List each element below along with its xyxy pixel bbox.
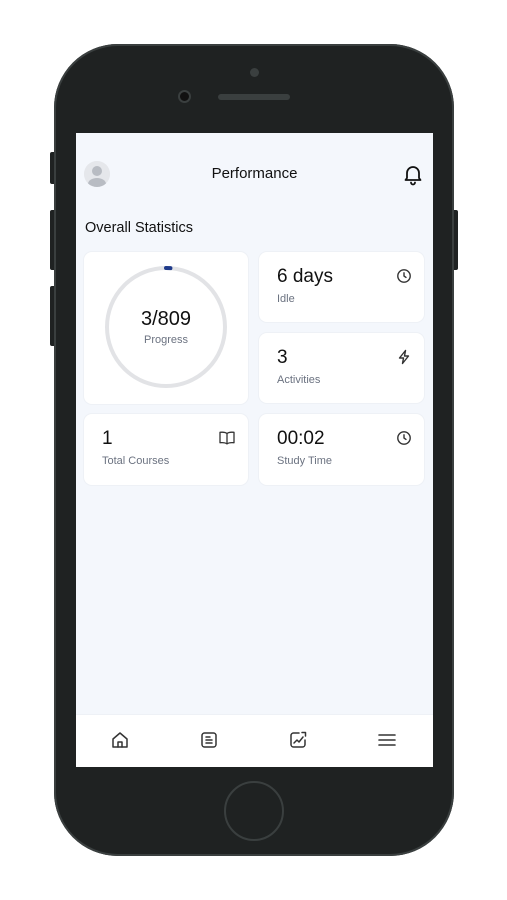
study-time-value: 00:02 bbox=[277, 428, 325, 449]
progress-value: 3/809 bbox=[140, 308, 192, 330]
clock-icon bbox=[397, 431, 411, 445]
nav-home[interactable] bbox=[109, 729, 131, 751]
courses-card: 1 Total Courses bbox=[84, 414, 248, 485]
proximity-sensor bbox=[178, 90, 191, 103]
progress-card: 3/809 Progress bbox=[84, 252, 248, 404]
courses-value: 1 bbox=[102, 428, 113, 449]
bell-icon[interactable] bbox=[401, 162, 425, 186]
home-icon bbox=[112, 732, 128, 748]
chart-icon bbox=[290, 731, 307, 748]
nav-performance[interactable] bbox=[287, 729, 309, 751]
home-hardware-button[interactable] bbox=[224, 781, 284, 841]
study-time-label: Study Time bbox=[277, 455, 333, 467]
courses-label: Total Courses bbox=[102, 455, 170, 467]
app-screen: Performance Overall Statistics 3/809 Pro… bbox=[76, 133, 433, 767]
front-camera bbox=[250, 68, 259, 77]
bottom-nav bbox=[76, 714, 433, 767]
clock-icon bbox=[397, 269, 411, 283]
idle-value: 6 days bbox=[277, 266, 333, 287]
section-title: Overall Statistics bbox=[85, 220, 193, 236]
hamburger-icon bbox=[378, 734, 396, 746]
activities-value: 3 bbox=[277, 347, 288, 368]
idle-label: Idle bbox=[277, 293, 295, 305]
earpiece-speaker bbox=[218, 94, 290, 100]
app-header: Performance bbox=[76, 133, 433, 213]
book-icon bbox=[219, 431, 235, 445]
page-title: Performance bbox=[211, 165, 298, 182]
lightning-icon bbox=[398, 349, 410, 365]
progress-label: Progress bbox=[143, 334, 189, 346]
study-time-card: 00:02 Study Time bbox=[259, 414, 424, 485]
idle-card: 6 days Idle bbox=[259, 252, 424, 322]
nav-notes[interactable] bbox=[198, 729, 220, 751]
activities-label: Activities bbox=[277, 374, 321, 386]
document-icon bbox=[201, 732, 217, 748]
nav-menu[interactable] bbox=[376, 729, 398, 751]
activities-card: 3 Activities bbox=[259, 333, 424, 403]
